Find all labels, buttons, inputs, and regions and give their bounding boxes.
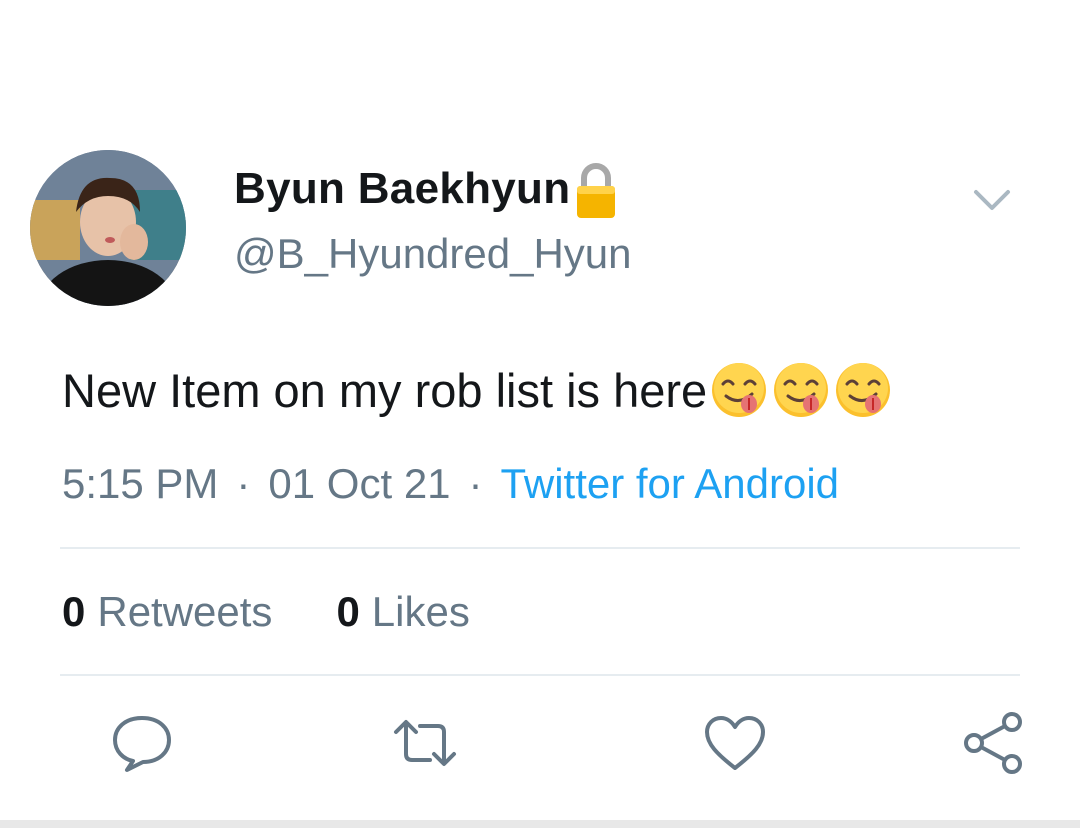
separator-dot: · [236, 460, 251, 507]
lock-icon [574, 162, 618, 220]
tweet-text: New Item on my rob list is here [62, 363, 708, 417]
separator-dot: · [468, 460, 483, 507]
likes-stat[interactable]: 0 Likes [336, 588, 469, 636]
divider [60, 674, 1020, 676]
likes-count: 0 [336, 588, 360, 635]
bottom-bar [0, 820, 1080, 828]
retweets-stat[interactable]: 0 Retweets [62, 588, 272, 636]
divider [60, 547, 1020, 549]
face-savoring-food-emoji [833, 360, 893, 420]
likes-label: Likes [371, 588, 470, 635]
like-button[interactable] [700, 710, 770, 780]
reply-icon [109, 712, 175, 779]
heart-icon [703, 714, 767, 777]
retweet-button[interactable] [390, 710, 460, 780]
share-icon [960, 710, 1026, 781]
face-savoring-food-emoji [709, 360, 769, 420]
retweet-icon [390, 716, 460, 775]
tweet-source-link[interactable]: Twitter for Android [501, 460, 839, 508]
user-handle[interactable]: @B_Hyundred_Hyun [234, 230, 632, 278]
avatar-photo [30, 150, 186, 306]
tweet-text-row: New Item on my rob list is here [62, 360, 893, 420]
chevron-down-icon[interactable] [972, 186, 1012, 216]
display-name-row: Byun Baekhyun [234, 160, 618, 218]
retweets-count: 0 [62, 588, 86, 635]
reply-button[interactable] [107, 710, 177, 780]
tweet-time: 5:15 PM [62, 460, 219, 507]
tweet-date: 01 Oct 21 [268, 460, 451, 507]
tweet-meta: 5:15 PM · 01 Oct 21 · Twitter for Androi… [62, 460, 839, 508]
share-button[interactable] [958, 710, 1028, 780]
tweet-stats: 0 Retweets 0 Likes [62, 588, 470, 636]
display-name[interactable]: Byun Baekhyun [234, 164, 570, 214]
retweets-label: Retweets [97, 588, 273, 635]
avatar[interactable] [30, 150, 186, 306]
face-savoring-food-emoji [771, 360, 831, 420]
